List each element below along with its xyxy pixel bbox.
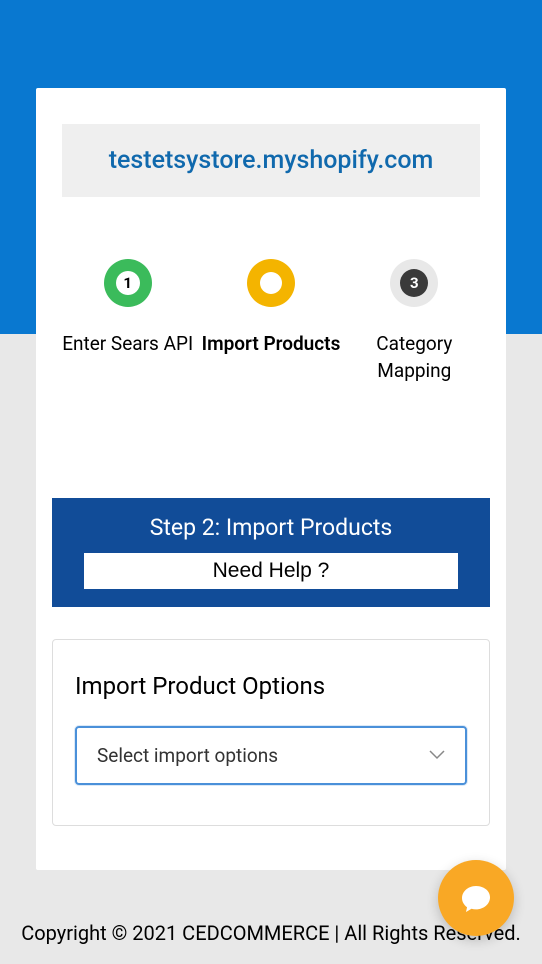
- step-2-label: Import Products: [202, 331, 341, 358]
- step-import-products[interactable]: Import Products: [199, 259, 342, 384]
- step-1-circle: 1: [104, 259, 152, 307]
- main-card: testetsystore.myshopify.com 1 Enter Sear…: [36, 88, 506, 870]
- import-options-select[interactable]: Select import options: [75, 726, 467, 785]
- step-3-circle: 3: [390, 259, 438, 307]
- step-category-mapping[interactable]: 3 Category Mapping: [343, 259, 486, 384]
- step-1-label: Enter Sears API: [62, 331, 193, 358]
- step-banner: Step 2: Import Products Need Help ?: [52, 498, 490, 607]
- select-placeholder: Select import options: [97, 744, 278, 767]
- step-3-label: Category Mapping: [343, 331, 486, 384]
- step-enter-sears-api[interactable]: 1 Enter Sears API: [56, 259, 199, 384]
- steps-container: 1 Enter Sears API Import Products 3 Cate…: [36, 197, 506, 424]
- store-url: testetsystore.myshopify.com: [74, 146, 468, 175]
- store-url-box: testetsystore.myshopify.com: [62, 124, 480, 197]
- step-1-number: 1: [116, 271, 140, 295]
- chat-button[interactable]: [438, 860, 514, 936]
- step-2-circle: [247, 259, 295, 307]
- step-2-active-indicator: [260, 272, 282, 294]
- import-options-card: Import Product Options Select import opt…: [52, 639, 490, 826]
- chevron-down-icon: [429, 748, 445, 764]
- step-3-number: 3: [400, 269, 428, 297]
- step-banner-title: Step 2: Import Products: [52, 514, 490, 541]
- import-options-title: Import Product Options: [75, 672, 467, 700]
- need-help-button[interactable]: Need Help ?: [84, 553, 458, 589]
- chat-icon: [460, 884, 492, 912]
